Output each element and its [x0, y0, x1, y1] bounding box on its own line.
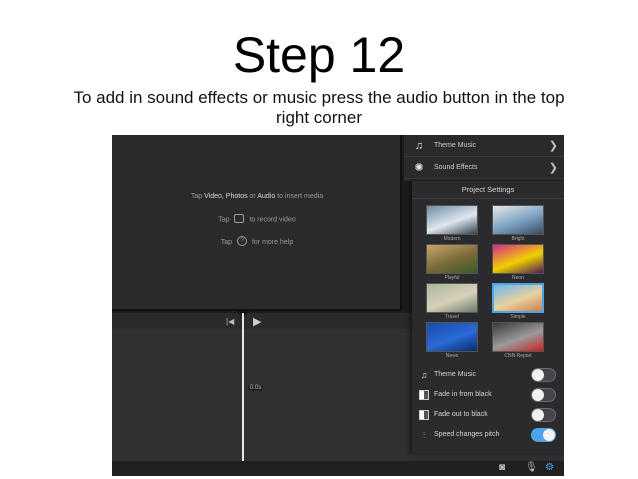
toggle-row-fade-out-to-black: Fade out to black [412, 405, 564, 425]
theme-name: Playful [444, 275, 460, 281]
toggle-switch[interactable] [531, 368, 556, 382]
skip-to-start-icon[interactable]: |◀ [226, 317, 234, 326]
question-icon: ? [237, 236, 248, 246]
toggle-switch[interactable] [531, 388, 556, 402]
camera-icon [234, 214, 245, 223]
camera-icon[interactable]: ◙ [499, 462, 505, 473]
bottom-toolbar: ◙ 🎙︎ ⚙ [112, 461, 564, 476]
theme-news[interactable]: News [426, 322, 478, 361]
insert-media-hint: Tap Video, Photos or Audio to insert med… [190, 193, 324, 200]
settings-gear-icon[interactable]: ⚙ [545, 462, 554, 473]
project-settings-panel: Project Settings Modern Bright Playful Neon… [412, 181, 564, 453]
toggle-row-speed-changes-pitch: ⫶ Speed changes pitch [412, 425, 564, 445]
fade-out-icon [419, 410, 429, 420]
music-note-icon: ♫ [414, 139, 424, 152]
microphone-icon[interactable]: 🎙︎ [525, 462, 538, 473]
theme-thumbnail [492, 205, 544, 235]
project-settings-title: Project Settings [412, 181, 564, 199]
media-item-sound-effects[interactable]: ✺ Sound Effects ❯ [404, 157, 564, 179]
theme-name: Bright [511, 236, 525, 242]
chevron-right-icon: ❯ [548, 162, 558, 174]
theme-name: Travel [445, 314, 459, 320]
toggle-label: Fade out to black [434, 411, 488, 418]
theme-simple[interactable]: Simple [492, 283, 544, 322]
waveform-icon: ⫶ [422, 430, 426, 440]
theme-thumbnail [426, 283, 478, 313]
help-hint: Tap ? for more help [220, 236, 294, 246]
toggle-label: Speed changes pitch [434, 431, 500, 438]
toggle-row-fade-in-from-black: Fade in from black [412, 385, 564, 405]
chevron-right-icon: ❯ [548, 140, 558, 152]
theme-thumbnail [426, 205, 478, 235]
theme-grid: Modern Bright Playful Neon Travel Simple News C… [412, 199, 564, 361]
toggle-row-theme-music: ♫ Theme Music [412, 365, 564, 385]
theme-name: CNN Report [504, 353, 532, 359]
toggle-label: Fade in from black [434, 391, 492, 398]
playhead[interactable] [242, 313, 244, 461]
theme-name: News [445, 353, 459, 359]
fade-in-icon [419, 390, 429, 400]
toggle-knob [543, 429, 555, 441]
theme-thumbnail [492, 244, 544, 274]
slide-title: Step 12 [232, 27, 406, 83]
toggle-switch[interactable] [531, 428, 556, 442]
video-viewer[interactable]: Tap Video, Photos or Audio to insert med… [112, 135, 402, 311]
theme-thumbnail [426, 244, 478, 274]
theme-playful[interactable]: Playful [426, 244, 478, 283]
sound-effects-icon: ✺ [414, 162, 424, 174]
audio-media-list: ♫ Theme Music ❯ ✺ Sound Effects ❯ [404, 135, 564, 181]
theme-travel[interactable]: Travel [426, 283, 478, 322]
media-item-theme-music[interactable]: ♫ Theme Music ❯ [404, 135, 564, 157]
theme-name: Simple [510, 314, 526, 320]
theme-neon[interactable]: Neon [492, 244, 544, 283]
theme-bright[interactable]: Bright [492, 205, 544, 244]
imovie-screen: Tap Video, Photos or Audio to insert med… [112, 135, 564, 476]
toggle-knob [532, 369, 544, 381]
theme-modern[interactable]: Modern [426, 205, 478, 244]
theme-name: Neon [512, 275, 524, 281]
music-note-icon: ♫ [420, 370, 428, 380]
toggle-switch[interactable] [531, 408, 556, 422]
theme-cnn-report[interactable]: CNN Report [492, 322, 544, 361]
theme-thumbnail [492, 322, 544, 352]
toggle-knob [532, 389, 544, 401]
toggle-knob [532, 409, 544, 421]
timeline-time: 0.0s [248, 385, 264, 391]
play-button[interactable]: ▶ [253, 315, 261, 328]
record-video-hint: Tap to record video [112, 214, 402, 224]
theme-thumbnail [492, 283, 544, 313]
slide-subtitle: To add in sound effects or music press t… [73, 88, 565, 127]
toggle-label: Theme Music [434, 371, 477, 378]
theme-thumbnail [426, 322, 478, 352]
theme-name: Modern [443, 236, 461, 242]
